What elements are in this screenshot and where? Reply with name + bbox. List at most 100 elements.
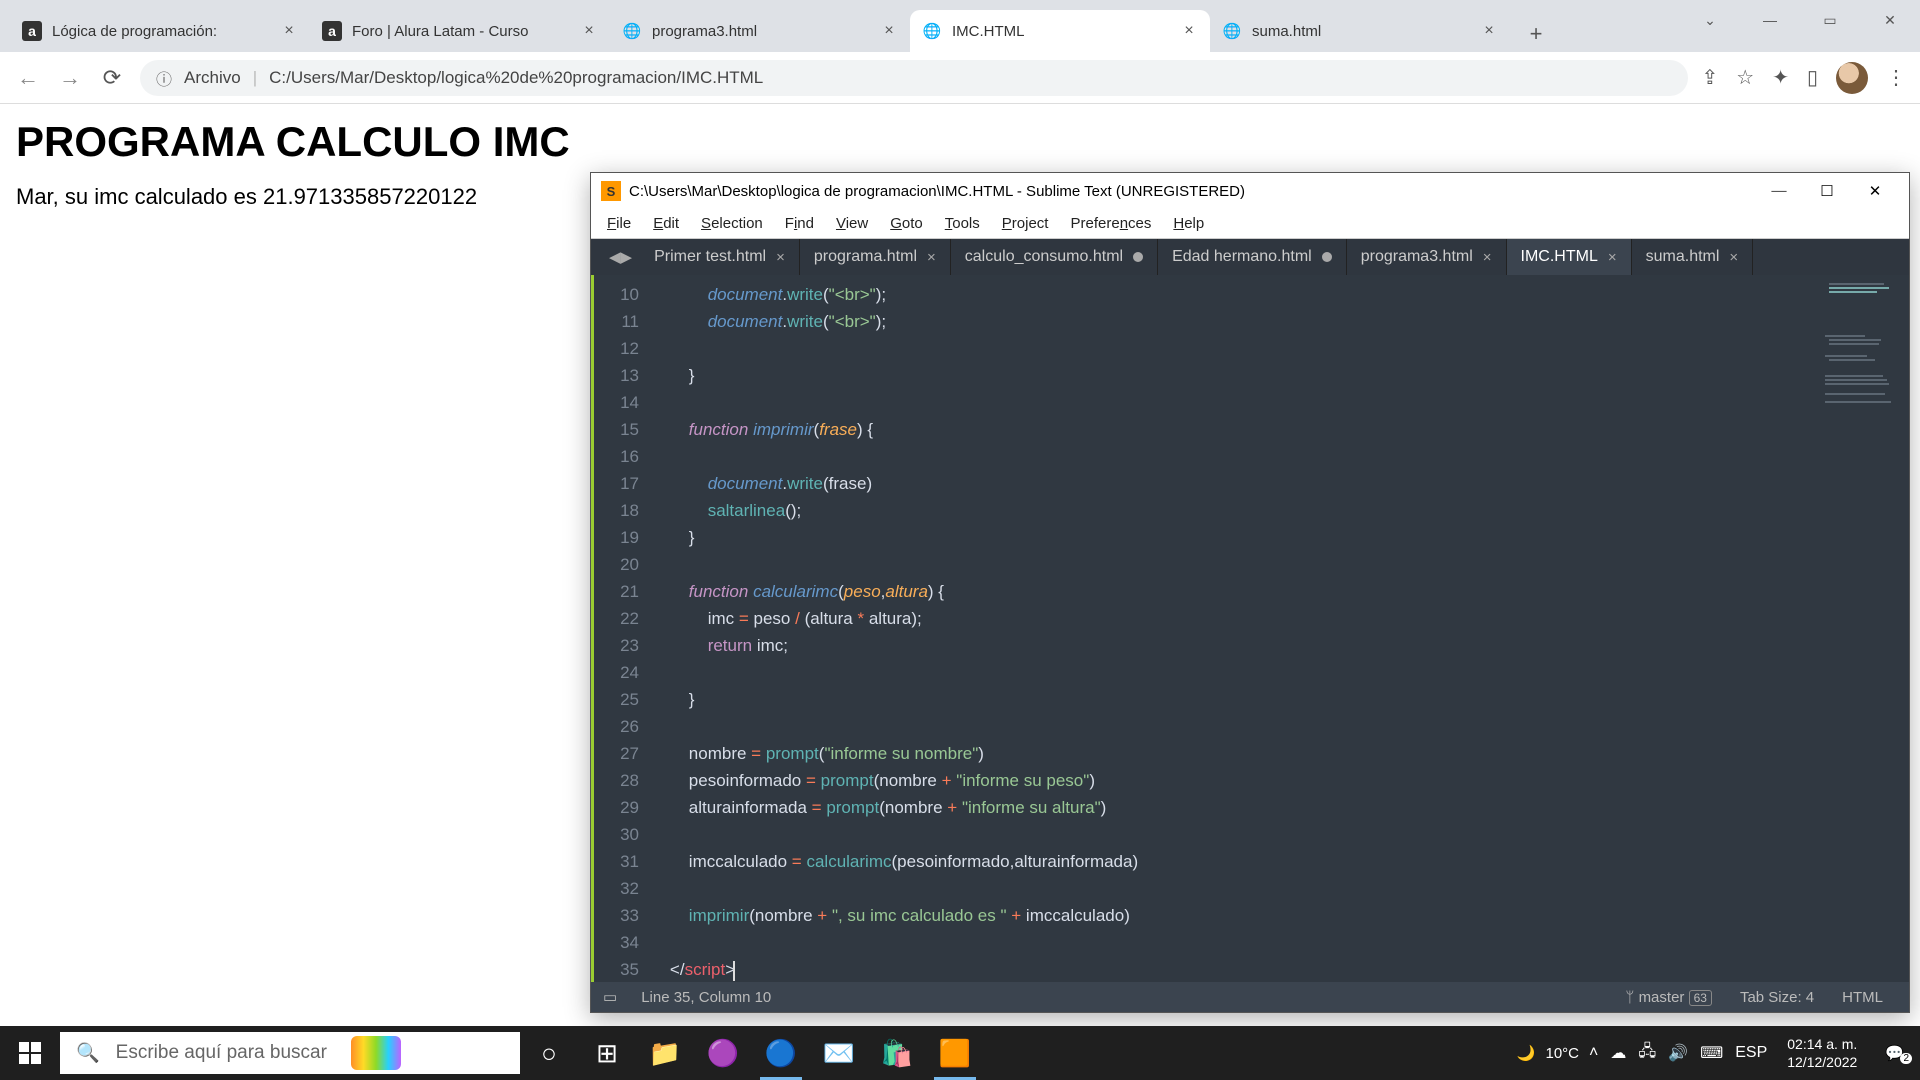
volume-icon[interactable]: 🔊 — [1668, 1043, 1688, 1063]
page-heading: PROGRAMA CALCULO IMC — [16, 118, 1904, 166]
minimize-button[interactable]: — — [1740, 0, 1800, 40]
sublime-titlebar[interactable]: S C:\Users\Mar\Desktop\logica de program… — [591, 173, 1909, 209]
sublime-icon[interactable]: 🟧 — [926, 1026, 984, 1080]
address-bar[interactable]: ⓘ Archivo | C:/Users/Mar/Desktop/logica%… — [140, 60, 1688, 96]
search-icon: 🔍 — [76, 1041, 100, 1065]
browser-tab[interactable]: a Foro | Alura Latam - Curso × — [310, 10, 610, 52]
status-tab-size[interactable]: Tab Size: 4 — [1726, 989, 1828, 1006]
addr-label: Archivo — [184, 68, 241, 88]
notifications-icon[interactable]: 💬2 — [1877, 1044, 1912, 1062]
close-icon[interactable]: × — [1180, 22, 1198, 40]
clock[interactable]: 02:14 a. m. 12/12/2022 — [1777, 1035, 1867, 1071]
browser-tab[interactable]: 🌐 suma.html × — [1210, 10, 1510, 52]
editor-tab-active[interactable]: IMC.HTML× — [1507, 239, 1632, 275]
forward-button[interactable]: → — [56, 64, 84, 92]
menu-project[interactable]: Project — [992, 212, 1059, 235]
browser-icon[interactable]: 🟣 — [694, 1026, 752, 1080]
language-indicator[interactable]: ESP — [1735, 1044, 1767, 1062]
file-explorer-icon[interactable]: 📁 — [636, 1026, 694, 1080]
close-icon[interactable]: × — [280, 22, 298, 40]
mail-icon[interactable]: ✉️ — [810, 1026, 868, 1080]
editor-tab[interactable]: programa3.html× — [1347, 239, 1507, 275]
sublime-title: C:\Users\Mar\Desktop\logica de programac… — [629, 183, 1245, 200]
close-icon[interactable]: × — [880, 22, 898, 40]
menu-help[interactable]: Help — [1163, 212, 1214, 235]
bookmark-icon[interactable]: ☆ — [1736, 65, 1754, 90]
menu-preferences[interactable]: Preferences — [1060, 212, 1161, 235]
browser-tab[interactable]: 🌐 programa3.html × — [610, 10, 910, 52]
info-icon[interactable]: ⓘ — [156, 66, 172, 90]
maximize-button[interactable]: ▭ — [1800, 0, 1860, 40]
minimap[interactable] — [1819, 275, 1909, 982]
side-panel-icon[interactable]: ▯ — [1807, 65, 1818, 90]
dropdown-icon[interactable]: ⌄ — [1680, 0, 1740, 40]
extensions-icon[interactable]: ✦ — [1772, 65, 1789, 90]
sublime-menubar: File Edit Selection Find View Goto Tools… — [591, 209, 1909, 239]
addr-path: C:/Users/Mar/Desktop/logica%20de%20progr… — [269, 68, 763, 88]
tab-title: suma.html — [1252, 23, 1472, 40]
onedrive-icon[interactable]: ☁ — [1610, 1043, 1626, 1063]
line-number-gutter[interactable]: 1011121314151617181920212223242526272829… — [591, 275, 651, 982]
network-icon[interactable]: 🖧 — [1638, 1040, 1656, 1067]
close-icon[interactable]: × — [1483, 249, 1492, 266]
profile-avatar[interactable] — [1836, 62, 1868, 94]
status-syntax[interactable]: HTML — [1828, 989, 1897, 1006]
sublime-statusbar: ▭ Line 35, Column 10 ᛘ master 63 Tab Siz… — [591, 982, 1909, 1012]
close-icon[interactable]: × — [1608, 249, 1617, 266]
new-tab-button[interactable]: + — [1518, 16, 1554, 52]
reload-button[interactable]: ⟳ — [98, 64, 126, 92]
close-icon[interactable]: × — [776, 249, 785, 266]
sublime-logo-icon: S — [601, 181, 621, 201]
menu-view[interactable]: View — [826, 212, 878, 235]
tab-title: IMC.HTML — [952, 23, 1172, 40]
tab-title: programa3.html — [652, 23, 872, 40]
close-button[interactable]: ✕ — [1860, 0, 1920, 40]
menu-file[interactable]: File — [597, 212, 641, 235]
minimize-button[interactable]: — — [1755, 183, 1803, 200]
tab-title: Lógica de programación: — [52, 23, 272, 40]
editor-tab[interactable]: programa.html× — [800, 239, 951, 275]
browser-tab-active[interactable]: 🌐 IMC.HTML × — [910, 10, 1210, 52]
sublime-text-window: S C:\Users\Mar\Desktop\logica de program… — [590, 172, 1910, 1013]
cortana-icon[interactable]: ○ — [520, 1026, 578, 1080]
editor-body: 1011121314151617181920212223242526272829… — [591, 275, 1909, 982]
task-view-icon[interactable]: ⊞ — [578, 1026, 636, 1080]
status-panel-icon[interactable]: ▭ — [603, 988, 617, 1006]
taskbar-search[interactable]: 🔍 Escribe aquí para buscar — [60, 1032, 520, 1074]
tab-nav-arrows[interactable]: ◀▶ — [601, 248, 640, 266]
browser-tab[interactable]: a Lógica de programación: × — [10, 10, 310, 52]
close-button[interactable]: ✕ — [1851, 182, 1899, 201]
close-icon[interactable]: × — [1729, 249, 1738, 266]
share-icon[interactable]: ⇪ — [1702, 65, 1719, 90]
menu-tools[interactable]: Tools — [935, 212, 990, 235]
editor-tab[interactable]: suma.html× — [1632, 239, 1754, 275]
menu-edit[interactable]: Edit — [643, 212, 689, 235]
status-cursor: Line 35, Column 10 — [627, 989, 785, 1006]
store-icon[interactable]: 🛍️ — [868, 1026, 926, 1080]
editor-tab[interactable]: calculo_consumo.html — [951, 239, 1158, 275]
keyboard-icon[interactable]: ⌨ — [1700, 1043, 1723, 1063]
windows-taskbar: 🔍 Escribe aquí para buscar ○ ⊞ 📁 🟣 🔵 ✉️ … — [0, 1026, 1920, 1080]
close-icon[interactable]: × — [580, 22, 598, 40]
back-button[interactable]: ← — [14, 64, 42, 92]
menu-find[interactable]: Find — [775, 212, 824, 235]
close-icon[interactable]: × — [927, 249, 936, 266]
weather-temp[interactable]: 10°C — [1546, 1045, 1580, 1062]
maximize-button[interactable]: ☐ — [1803, 182, 1851, 201]
favicon-globe-icon: 🌐 — [622, 21, 642, 41]
close-icon[interactable]: × — [1480, 22, 1498, 40]
search-placeholder: Escribe aquí para buscar — [116, 1042, 327, 1064]
chrome-icon[interactable]: 🔵 — [752, 1026, 810, 1080]
code-area[interactable]: document.write("<br>"); document.write("… — [651, 275, 1819, 982]
tray-expand-icon[interactable]: ˄ — [1589, 1044, 1598, 1062]
editor-tab[interactable]: Primer test.html× — [640, 239, 800, 275]
menu-selection[interactable]: Selection — [691, 212, 773, 235]
window-controls: ⌄ — ▭ ✕ — [1680, 0, 1920, 40]
menu-icon[interactable]: ⋮ — [1886, 65, 1906, 90]
menu-goto[interactable]: Goto — [880, 212, 933, 235]
editor-tab[interactable]: Edad hermano.html — [1158, 239, 1347, 275]
weather-icon[interactable]: 🌙 — [1517, 1044, 1536, 1062]
status-branch[interactable]: ᛘ master 63 — [1611, 989, 1726, 1006]
favicon-globe-icon: 🌐 — [922, 21, 942, 41]
start-button[interactable] — [0, 1026, 60, 1080]
